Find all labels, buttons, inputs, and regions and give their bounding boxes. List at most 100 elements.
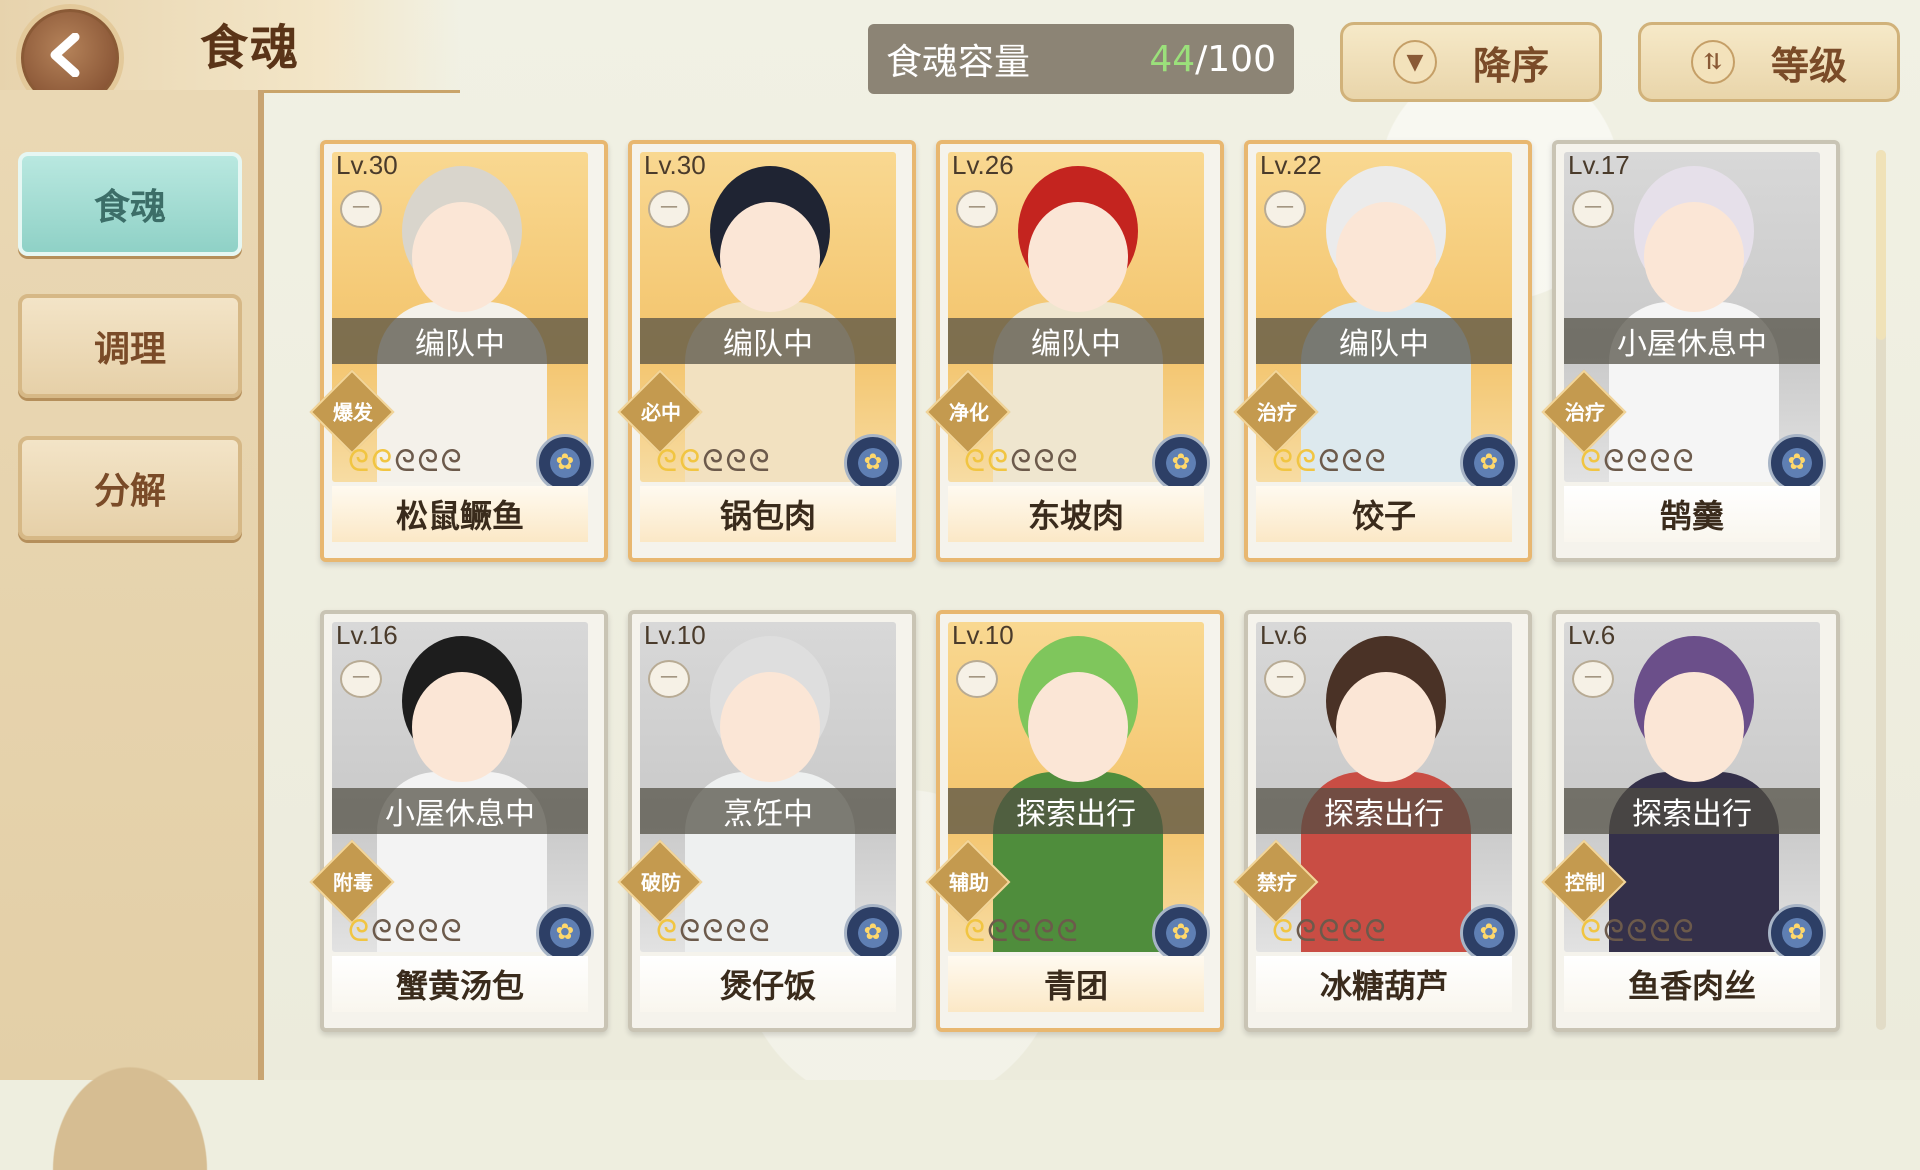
type-label: 破防 bbox=[641, 870, 682, 895]
food-soul-name: 锅包肉 bbox=[640, 486, 896, 542]
star-icon: ᘓ bbox=[1626, 914, 1648, 949]
status-label: 小屋休息中 bbox=[1564, 318, 1820, 364]
star-icon: ᘓ bbox=[1318, 914, 1340, 949]
food-soul-card[interactable]: Lv.16— 小屋休息中 附毒 ᘓ ᘓ ᘓ ᘓ ᘓ ✿ 蟹黄汤包 bbox=[309, 610, 608, 1032]
star-icon: ᘓ bbox=[348, 914, 370, 949]
sidebar: 食魂 调理 分解 bbox=[0, 90, 264, 1170]
status-label: 烹饪中 bbox=[640, 788, 896, 834]
star-icon: ᘓ bbox=[1580, 444, 1602, 479]
status-label: 小屋休息中 bbox=[332, 788, 588, 834]
status-label: 探索出行 bbox=[948, 788, 1204, 834]
food-soul-name: 冰糖葫芦 bbox=[1256, 956, 1512, 1012]
food-soul-card[interactable]: Lv.10— 烹饪中 破防 ᘓ ᘓ ᘓ ᘓ ᘓ ✿ 煲仔饭 bbox=[617, 610, 916, 1032]
star-icon: ᘓ bbox=[964, 914, 986, 949]
food-soul-card[interactable]: Lv.6— 探索出行 禁疗 ᘓ ᘓ ᘓ ᘓ ᘓ ✿ 冰糖葫芦 bbox=[1233, 610, 1532, 1032]
sort-order-button[interactable]: ▼ 降序 bbox=[1340, 22, 1602, 102]
food-soul-name: 鹄羹 bbox=[1564, 486, 1820, 542]
sort-arrows-icon: ⇅ bbox=[1690, 40, 1735, 84]
food-soul-card[interactable]: Lv.6— 探索出行 控制 ᘓ ᘓ ᘓ ᘓ ᘓ ✿ 鱼香肉丝 bbox=[1541, 610, 1840, 1032]
portrait-head bbox=[1644, 672, 1744, 782]
scrollbar-thumb[interactable] bbox=[1876, 150, 1886, 340]
star-icon: ᘓ bbox=[725, 444, 747, 479]
food-soul-card[interactable]: Lv.10— 探索出行 辅助 ᘓ ᘓ ᘓ ᘓ ᘓ ✿ 青团 bbox=[925, 610, 1224, 1032]
food-soul-card[interactable]: Lv.30— 编队中 必中 ᘓ ᘓ ᘓ ᘓ ᘓ ✿ 锅包肉 bbox=[617, 140, 916, 562]
star-icon: ᘓ bbox=[1672, 914, 1694, 949]
capacity-current: 44 bbox=[1149, 38, 1196, 80]
star-icon: ᘓ bbox=[679, 914, 701, 949]
star-icon: ᘓ bbox=[1272, 444, 1294, 479]
star-rating: ᘓᘓᘓᘓᘓ bbox=[656, 914, 770, 949]
flower-emblem-icon: ✿ bbox=[1768, 904, 1826, 962]
portrait-head bbox=[1644, 202, 1744, 312]
sidebar-item-decompose[interactable]: 分解 bbox=[18, 436, 242, 540]
flower-emblem-icon: ✿ bbox=[536, 904, 594, 962]
bowl-icon: — bbox=[340, 660, 382, 698]
star-icon: ᘓ bbox=[679, 444, 701, 479]
sort-key-label: 等级 bbox=[1770, 42, 1847, 88]
bowl-icon: — bbox=[956, 190, 998, 228]
star-icon: ᘓ bbox=[1341, 444, 1363, 479]
star-icon: ᘓ bbox=[725, 914, 747, 949]
star-icon: ᘓ bbox=[440, 444, 462, 479]
portrait-head bbox=[412, 202, 512, 312]
food-soul-card[interactable]: Lv.22— 编队中 治疗 ᘓ ᘓ ᘓ ᘓ ᘓ ✿ 饺子 bbox=[1233, 140, 1532, 562]
star-rating: ᘓᘓᘓᘓᘓ bbox=[1580, 914, 1694, 949]
star-icon: ᘓ bbox=[1318, 444, 1340, 479]
status-label: 探索出行 bbox=[1256, 788, 1512, 834]
star-icon: ᘓ bbox=[1033, 914, 1055, 949]
star-icon: ᘓ bbox=[748, 444, 770, 479]
food-soul-name: 鱼香肉丝 bbox=[1564, 956, 1820, 1012]
sidebar-ornament bbox=[40, 1050, 220, 1170]
food-soul-card[interactable]: Lv.17— 小屋休息中 治疗 ᘓ ᘓ ᘓ ᘓ ᘓ ✿ 鹄羹 bbox=[1541, 140, 1840, 562]
food-soul-name: 煲仔饭 bbox=[640, 956, 896, 1012]
sidebar-item-cultivate[interactable]: 调理 bbox=[18, 294, 242, 398]
level-label: Lv.6 bbox=[1260, 620, 1308, 650]
star-icon: ᘓ bbox=[371, 444, 393, 479]
food-soul-card[interactable]: Lv.26— 编队中 净化 ᘓ ᘓ ᘓ ᘓ ᘓ ✿ 东坡肉 bbox=[925, 140, 1224, 562]
star-rating: ᘓᘓᘓᘓᘓ bbox=[964, 914, 1078, 949]
scrollbar[interactable] bbox=[1876, 150, 1886, 1030]
star-icon: ᘓ bbox=[1649, 444, 1671, 479]
portrait-head bbox=[412, 672, 512, 782]
type-label: 禁疗 bbox=[1257, 870, 1298, 895]
level-label: Lv.30 bbox=[644, 150, 706, 180]
star-icon: ᘓ bbox=[964, 444, 986, 479]
star-icon: ᘓ bbox=[656, 914, 678, 949]
chevron-left-icon bbox=[50, 33, 80, 77]
star-icon: ᘓ bbox=[987, 444, 1009, 479]
sidebar-item-food-souls[interactable]: 食魂 bbox=[18, 152, 242, 256]
star-rating: ᘓᘓᘓᘓᘓ bbox=[348, 914, 462, 949]
flower-emblem-icon: ✿ bbox=[1768, 434, 1826, 492]
level-label: Lv.30 bbox=[336, 150, 398, 180]
star-icon: ᘓ bbox=[1364, 444, 1386, 479]
star-icon: ᘓ bbox=[440, 914, 462, 949]
flower-emblem-icon: ✿ bbox=[1152, 904, 1210, 962]
star-icon: ᘓ bbox=[702, 914, 724, 949]
star-icon: ᘓ bbox=[1010, 914, 1032, 949]
star-icon: ᘓ bbox=[1056, 444, 1078, 479]
status-label: 编队中 bbox=[1256, 318, 1512, 364]
type-label: 治疗 bbox=[1565, 400, 1606, 425]
food-soul-card[interactable]: Lv.30— 编队中 爆发 ᘓ ᘓ ᘓ ᘓ ᘓ ✿ 松鼠鳜鱼 bbox=[309, 140, 608, 562]
sort-key-button[interactable]: ⇅ 等级 bbox=[1638, 22, 1900, 102]
portrait-head bbox=[1336, 202, 1436, 312]
food-soul-name: 松鼠鳜鱼 bbox=[332, 486, 588, 542]
star-rating: ᘓᘓᘓᘓᘓ bbox=[1580, 444, 1694, 479]
star-rating: ᘓᘓᘓᘓᘓ bbox=[348, 444, 462, 479]
type-label: 附毒 bbox=[333, 870, 374, 895]
level-label: Lv.22 bbox=[1260, 150, 1322, 180]
star-icon: ᘓ bbox=[1603, 444, 1625, 479]
star-icon: ᘓ bbox=[987, 914, 1009, 949]
bowl-icon: — bbox=[340, 190, 382, 228]
type-label: 辅助 bbox=[949, 870, 990, 895]
food-soul-name: 东坡肉 bbox=[948, 486, 1204, 542]
star-icon: ᘓ bbox=[371, 914, 393, 949]
star-icon: ᘓ bbox=[748, 914, 770, 949]
portrait-head bbox=[1028, 672, 1128, 782]
portrait-head bbox=[1028, 202, 1128, 312]
bowl-icon: — bbox=[956, 660, 998, 698]
star-rating: ᘓᘓᘓᘓᘓ bbox=[1272, 444, 1386, 479]
star-icon: ᘓ bbox=[1672, 444, 1694, 479]
star-icon: ᘓ bbox=[1272, 914, 1294, 949]
flower-emblem-icon: ✿ bbox=[844, 904, 902, 962]
